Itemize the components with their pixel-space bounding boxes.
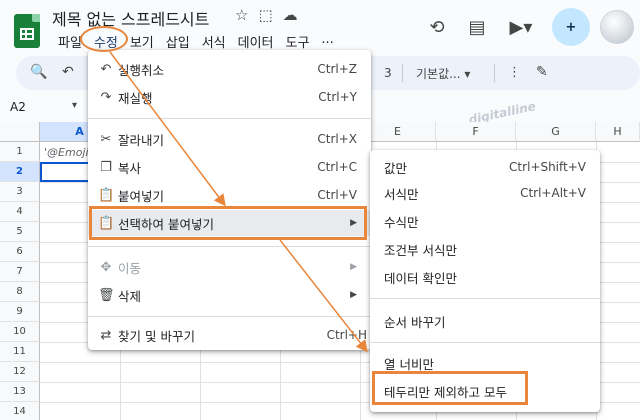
history-icon[interactable]: ⟲ [424,14,450,40]
font-select[interactable]: 기본값... ▾ [416,65,470,82]
edit-menu: ↶ 실행취소 Ctrl+Z ↷ 재실행 Ctrl+Y ✂ 잘라내기 Ctrl+X… [88,50,371,350]
menu-item-paste[interactable]: 📋 붙여넣기 Ctrl+V [88,182,371,208]
menu-item-move[interactable]: ✥ 이동 ▶ [88,254,371,280]
column-header[interactable]: F [436,122,516,142]
undo-icon[interactable]: ↶ [62,64,74,80]
menu-divider [370,342,600,343]
row-header[interactable]: 13 [0,382,40,402]
row-header[interactable]: 1 [0,142,40,162]
row-header[interactable]: 14 [0,402,40,420]
menu-item-find-replace[interactable]: ⇄ 찾기 및 바꾸기 Ctrl+H [88,322,371,348]
column-header[interactable]: H [596,122,640,142]
sheets-logo[interactable] [14,14,40,48]
more-options-icon[interactable]: ⋮ [508,65,521,80]
menu-item-undo[interactable]: ↶ 실행취소 Ctrl+Z [88,56,371,82]
move-folder-icon[interactable]: ⬚ [258,6,272,24]
cloud-status-icon[interactable]: ☁ [283,6,298,24]
copy-icon: ❐ [100,159,112,175]
undo-icon: ↶ [100,61,112,77]
comments-icon[interactable]: ▤ [464,14,490,40]
menu-divider [88,118,371,119]
toolbar-divider [494,64,495,82]
share-button[interactable]: + [552,8,590,46]
menu-item-paste-formula[interactable]: 수식만 [370,208,600,234]
chevron-right-icon: ▶ [350,262,357,272]
row-header[interactable]: 2 [0,162,40,182]
menu-item-paste-data-validation[interactable]: 데이터 확인만 [370,264,600,290]
menu-divider [88,316,371,317]
row-header[interactable]: 7 [0,262,40,282]
chevron-down-icon: ▾ [464,67,471,81]
row-header[interactable]: 6 [0,242,40,262]
menu-divider [370,298,600,299]
menu-item-paste-values[interactable]: 값만 Ctrl+Shift+V [370,154,600,180]
pencil-icon[interactable]: ✎ [536,64,548,80]
column-header[interactable]: G [516,122,596,142]
row-header[interactable]: 3 [0,182,40,202]
star-icon[interactable]: ☆ [235,6,248,24]
avatar[interactable] [600,10,634,44]
toolbar-divider [402,64,403,82]
column-header[interactable]: E [360,122,436,142]
row-header[interactable]: 4 [0,202,40,222]
meet-icon[interactable]: ▶▾ [504,14,538,40]
move-icon: ✥ [100,259,112,275]
search-menus-icon[interactable]: 🔍 [30,64,47,80]
menu-item-redo[interactable]: ↷ 재실행 Ctrl+Y [88,84,371,110]
menu-item-paste-format[interactable]: 서식만 Ctrl+Alt+V [370,180,600,206]
highlight-all-except-borders [372,371,528,405]
cell-a1[interactable]: '@Emoji [44,146,89,159]
highlight-edit-menu [80,26,128,52]
row-header[interactable]: 10 [0,322,40,342]
chevron-down-icon[interactable]: ▾ [72,100,77,111]
row-header[interactable]: 11 [0,342,40,362]
select-all-corner[interactable] [0,122,40,142]
menu-item-paste-conditional-format[interactable]: 조건부 서식만 [370,236,600,262]
number-format-button[interactable]: 3 [384,66,392,80]
delete-icon: 🗑 [98,287,115,303]
menu-item-paste-transposed[interactable]: 순서 바꾸기 [370,308,600,334]
menu-item-delete[interactable]: 🗑 삭제 ▶ [88,282,371,308]
namebox[interactable]: A2 [10,100,26,114]
row-header[interactable]: 5 [0,222,40,242]
menu-item-copy[interactable]: ❐ 복사 Ctrl+C [88,154,371,180]
paste-icon: 📋 [98,187,115,203]
doc-title[interactable]: 제목 없는 스프레드시트 [52,6,209,30]
menu-divider [88,246,371,247]
chevron-right-icon: ▶ [350,290,357,300]
menu-item-cut[interactable]: ✂ 잘라내기 Ctrl+X [88,126,371,152]
row-header[interactable]: 8 [0,282,40,302]
find-replace-icon: ⇄ [100,327,112,343]
cut-icon: ✂ [100,131,112,147]
redo-icon: ↷ [100,89,112,105]
highlight-paste-special [89,206,367,240]
row-header[interactable]: 12 [0,362,40,382]
row-header[interactable]: 9 [0,302,40,322]
